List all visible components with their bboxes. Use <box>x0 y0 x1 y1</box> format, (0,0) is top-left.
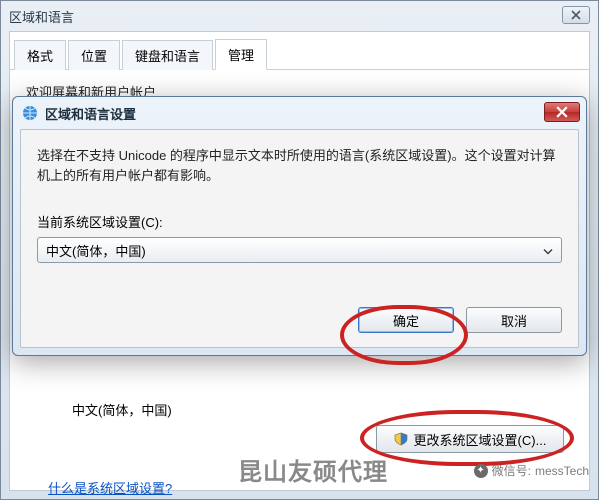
dialog-button-row: 确定 取消 <box>37 307 562 333</box>
dialog-close-button[interactable] <box>544 102 580 122</box>
ok-button-label: 确定 <box>393 311 419 330</box>
combo-label: 当前系统区域设置(C): <box>37 212 562 231</box>
window-titlebar: 区域和语言 <box>1 1 598 31</box>
cancel-button-label: 取消 <box>501 311 527 330</box>
tab-strip: 格式 位置 键盘和语言 管理 <box>10 38 589 70</box>
tab-location[interactable]: 位置 <box>68 40 120 70</box>
window-close-button[interactable] <box>562 6 590 24</box>
close-icon <box>571 10 581 20</box>
region-settings-dialog: 区域和语言设置 选择在不支持 Unicode 的程序中显示文本时所使用的语言(系… <box>12 96 587 356</box>
system-locale-combobox[interactable]: 中文(简体，中国) <box>37 237 562 263</box>
tab-keyboard-language[interactable]: 键盘和语言 <box>122 40 213 70</box>
change-system-locale-button[interactable]: 更改系统区域设置(C)... <box>376 425 564 453</box>
cancel-button[interactable]: 取消 <box>466 307 562 333</box>
window-title: 区域和语言 <box>9 7 74 26</box>
dialog-body: 选择在不支持 Unicode 的程序中显示文本时所使用的语言(系统区域设置)。这… <box>20 129 579 348</box>
modal-shadow: 区域和语言设置 选择在不支持 Unicode 的程序中显示文本时所使用的语言(系… <box>12 96 587 356</box>
chevron-down-icon <box>543 243 553 258</box>
ok-button[interactable]: 确定 <box>358 307 454 333</box>
change-button-label: 更改系统区域设置(C)... <box>414 430 547 449</box>
globe-icon <box>21 104 39 122</box>
combo-value: 中文(简体，中国) <box>46 241 146 260</box>
dialog-title: 区域和语言设置 <box>45 104 136 123</box>
dialog-description: 选择在不支持 Unicode 的程序中显示文本时所使用的语言(系统区域设置)。这… <box>37 146 562 186</box>
dialog-titlebar: 区域和语言设置 <box>13 97 586 129</box>
what-is-locale-link[interactable]: 什么是系统区域设置? <box>48 478 172 497</box>
current-locale-text: 中文(简体，中国) <box>72 400 172 419</box>
tab-format[interactable]: 格式 <box>14 40 66 70</box>
tab-admin[interactable]: 管理 <box>215 39 267 70</box>
shield-icon <box>394 432 408 446</box>
close-icon <box>556 106 568 118</box>
